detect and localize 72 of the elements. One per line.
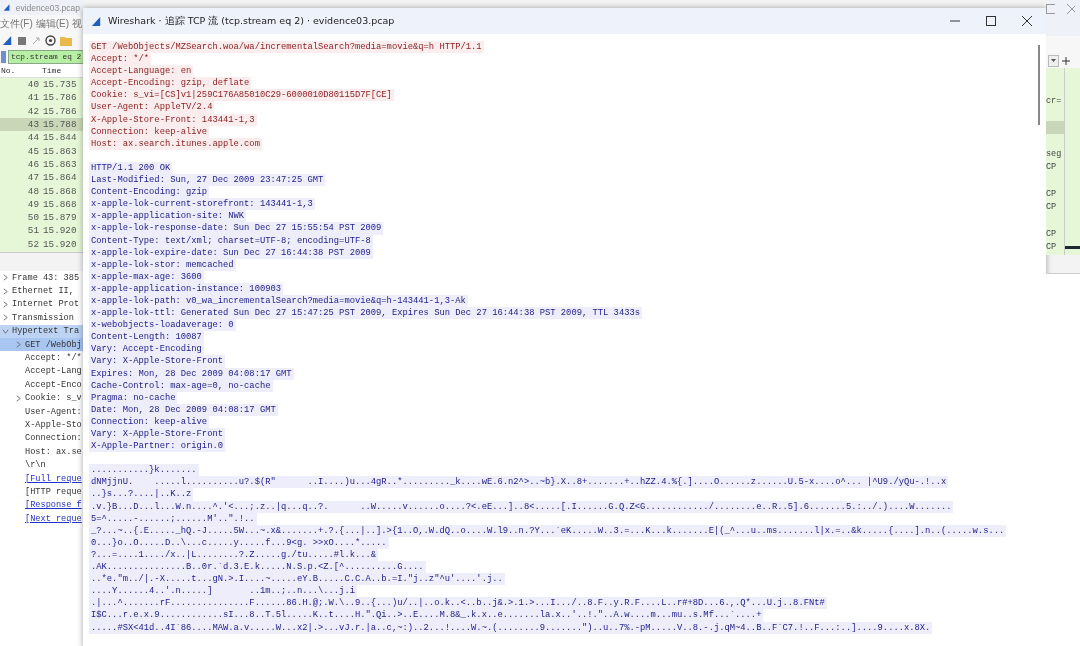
table-cell-text: 15.863 <box>43 158 78 170</box>
close-button[interactable] <box>1022 16 1032 26</box>
menu-item[interactable]: 编辑(E) <box>35 16 70 31</box>
table-cell-text: 44 <box>26 132 39 144</box>
table-cell-text: 15.864 <box>43 172 78 184</box>
tree-item[interactable]: [HTTP reque <box>0 485 83 499</box>
stop-icon[interactable] <box>17 35 27 46</box>
chevron-right-icon[interactable] <box>15 394 22 402</box>
maximize-button[interactable] <box>986 16 996 26</box>
table-cell-text: 15.735 <box>43 79 78 91</box>
tree-item[interactable]: Accept-Enco <box>0 378 83 392</box>
tree-link[interactable]: [Next reque <box>0 512 83 526</box>
table-cell-text: 15.786 <box>43 92 78 104</box>
table-cell-text: 45 <box>26 145 39 157</box>
plus-icon[interactable] <box>1062 56 1070 65</box>
tree-item[interactable]: Cookie: s_v <box>0 391 83 405</box>
table-cell: CP <box>1046 202 1057 213</box>
window-title: evidence03.pcap <box>15 2 80 13</box>
tree-item[interactable]: Frame 43: 385 <box>0 271 83 285</box>
caret-icon <box>1051 58 1056 63</box>
table-cell-text: 46 <box>26 158 39 170</box>
table-cell-text: 15.920 <box>43 225 78 237</box>
table-cell: CP <box>1046 228 1057 239</box>
table-cell-text: 42 <box>26 105 39 117</box>
tree-item[interactable]: User-Agent: <box>0 404 83 419</box>
table-cell-text: 50 <box>26 212 39 224</box>
table-cell-text: 43 <box>26 119 39 131</box>
table-cell-text: 52 <box>26 238 39 250</box>
tree-item[interactable]: \r\n <box>0 458 83 472</box>
table-cell: CP <box>1046 162 1057 173</box>
table-cell: cr= <box>1046 95 1062 106</box>
shark-fin-icon <box>91 15 102 27</box>
table-cell-text: 15.863 <box>43 145 78 157</box>
tree-item[interactable]: Accept: */* <box>0 351 83 365</box>
table-cell-text: 15.788 <box>43 119 78 131</box>
table-cell: CP <box>1046 189 1057 199</box>
dialog-title: Wireshark · 追踪 TCP 流 (tcp.stream eq 2) · evidence03.pcap <box>108 14 395 28</box>
column-header[interactable]: No. <box>0 66 41 75</box>
tree-link[interactable]: [Response f <box>0 498 83 513</box>
chevron-down-icon[interactable] <box>2 327 9 335</box>
table-cell-text: 49 <box>26 198 39 210</box>
table-cell-text: 47 <box>26 172 39 184</box>
tree-item[interactable]: Accept-Lang <box>0 364 83 379</box>
tree-item[interactable]: Host: ax.se <box>0 445 83 459</box>
gear-icon[interactable] <box>45 35 56 46</box>
tree-item[interactable]: X-Apple-Sto <box>0 418 83 432</box>
table-cell-text: 15.786 <box>43 105 78 117</box>
table-cell-text: 15.920 <box>43 238 78 250</box>
table-cell-text: 15.844 <box>43 132 78 144</box>
table-cell-text: 51 <box>26 225 39 237</box>
table-cell-text: 15.868 <box>43 198 78 210</box>
table-cell: CP <box>1046 242 1057 253</box>
chevron-right-icon[interactable] <box>15 341 22 349</box>
table-cell-text: 41 <box>26 92 39 104</box>
tree-item[interactable]: Transmission <box>0 311 83 325</box>
shark-fin-icon <box>3 3 11 12</box>
menu-item[interactable]: 文件(F) <box>0 16 33 31</box>
table-cell: seg <box>1046 149 1062 160</box>
shark-fin-icon <box>2 35 13 46</box>
tree-item[interactable]: Connection: <box>0 431 83 446</box>
tree-item[interactable]: Hypertext Tra <box>0 324 83 338</box>
column-header[interactable]: Time <box>41 66 82 75</box>
table-cell-text: 48 <box>26 185 39 197</box>
table-cell-text: 15.879 <box>43 212 78 224</box>
tree-link[interactable]: [Full reque <box>0 471 83 486</box>
bookmark-icon[interactable] <box>1 50 6 63</box>
tree-item[interactable]: Internet Prot <box>0 297 83 312</box>
menu-item[interactable]: 视 <box>72 16 83 31</box>
table-cell-text: 15.868 <box>43 185 78 197</box>
tree-item[interactable]: Ethernet II, <box>0 284 83 298</box>
dropdown-button[interactable] <box>1048 54 1059 67</box>
table-cell-text: 40 <box>26 79 39 91</box>
